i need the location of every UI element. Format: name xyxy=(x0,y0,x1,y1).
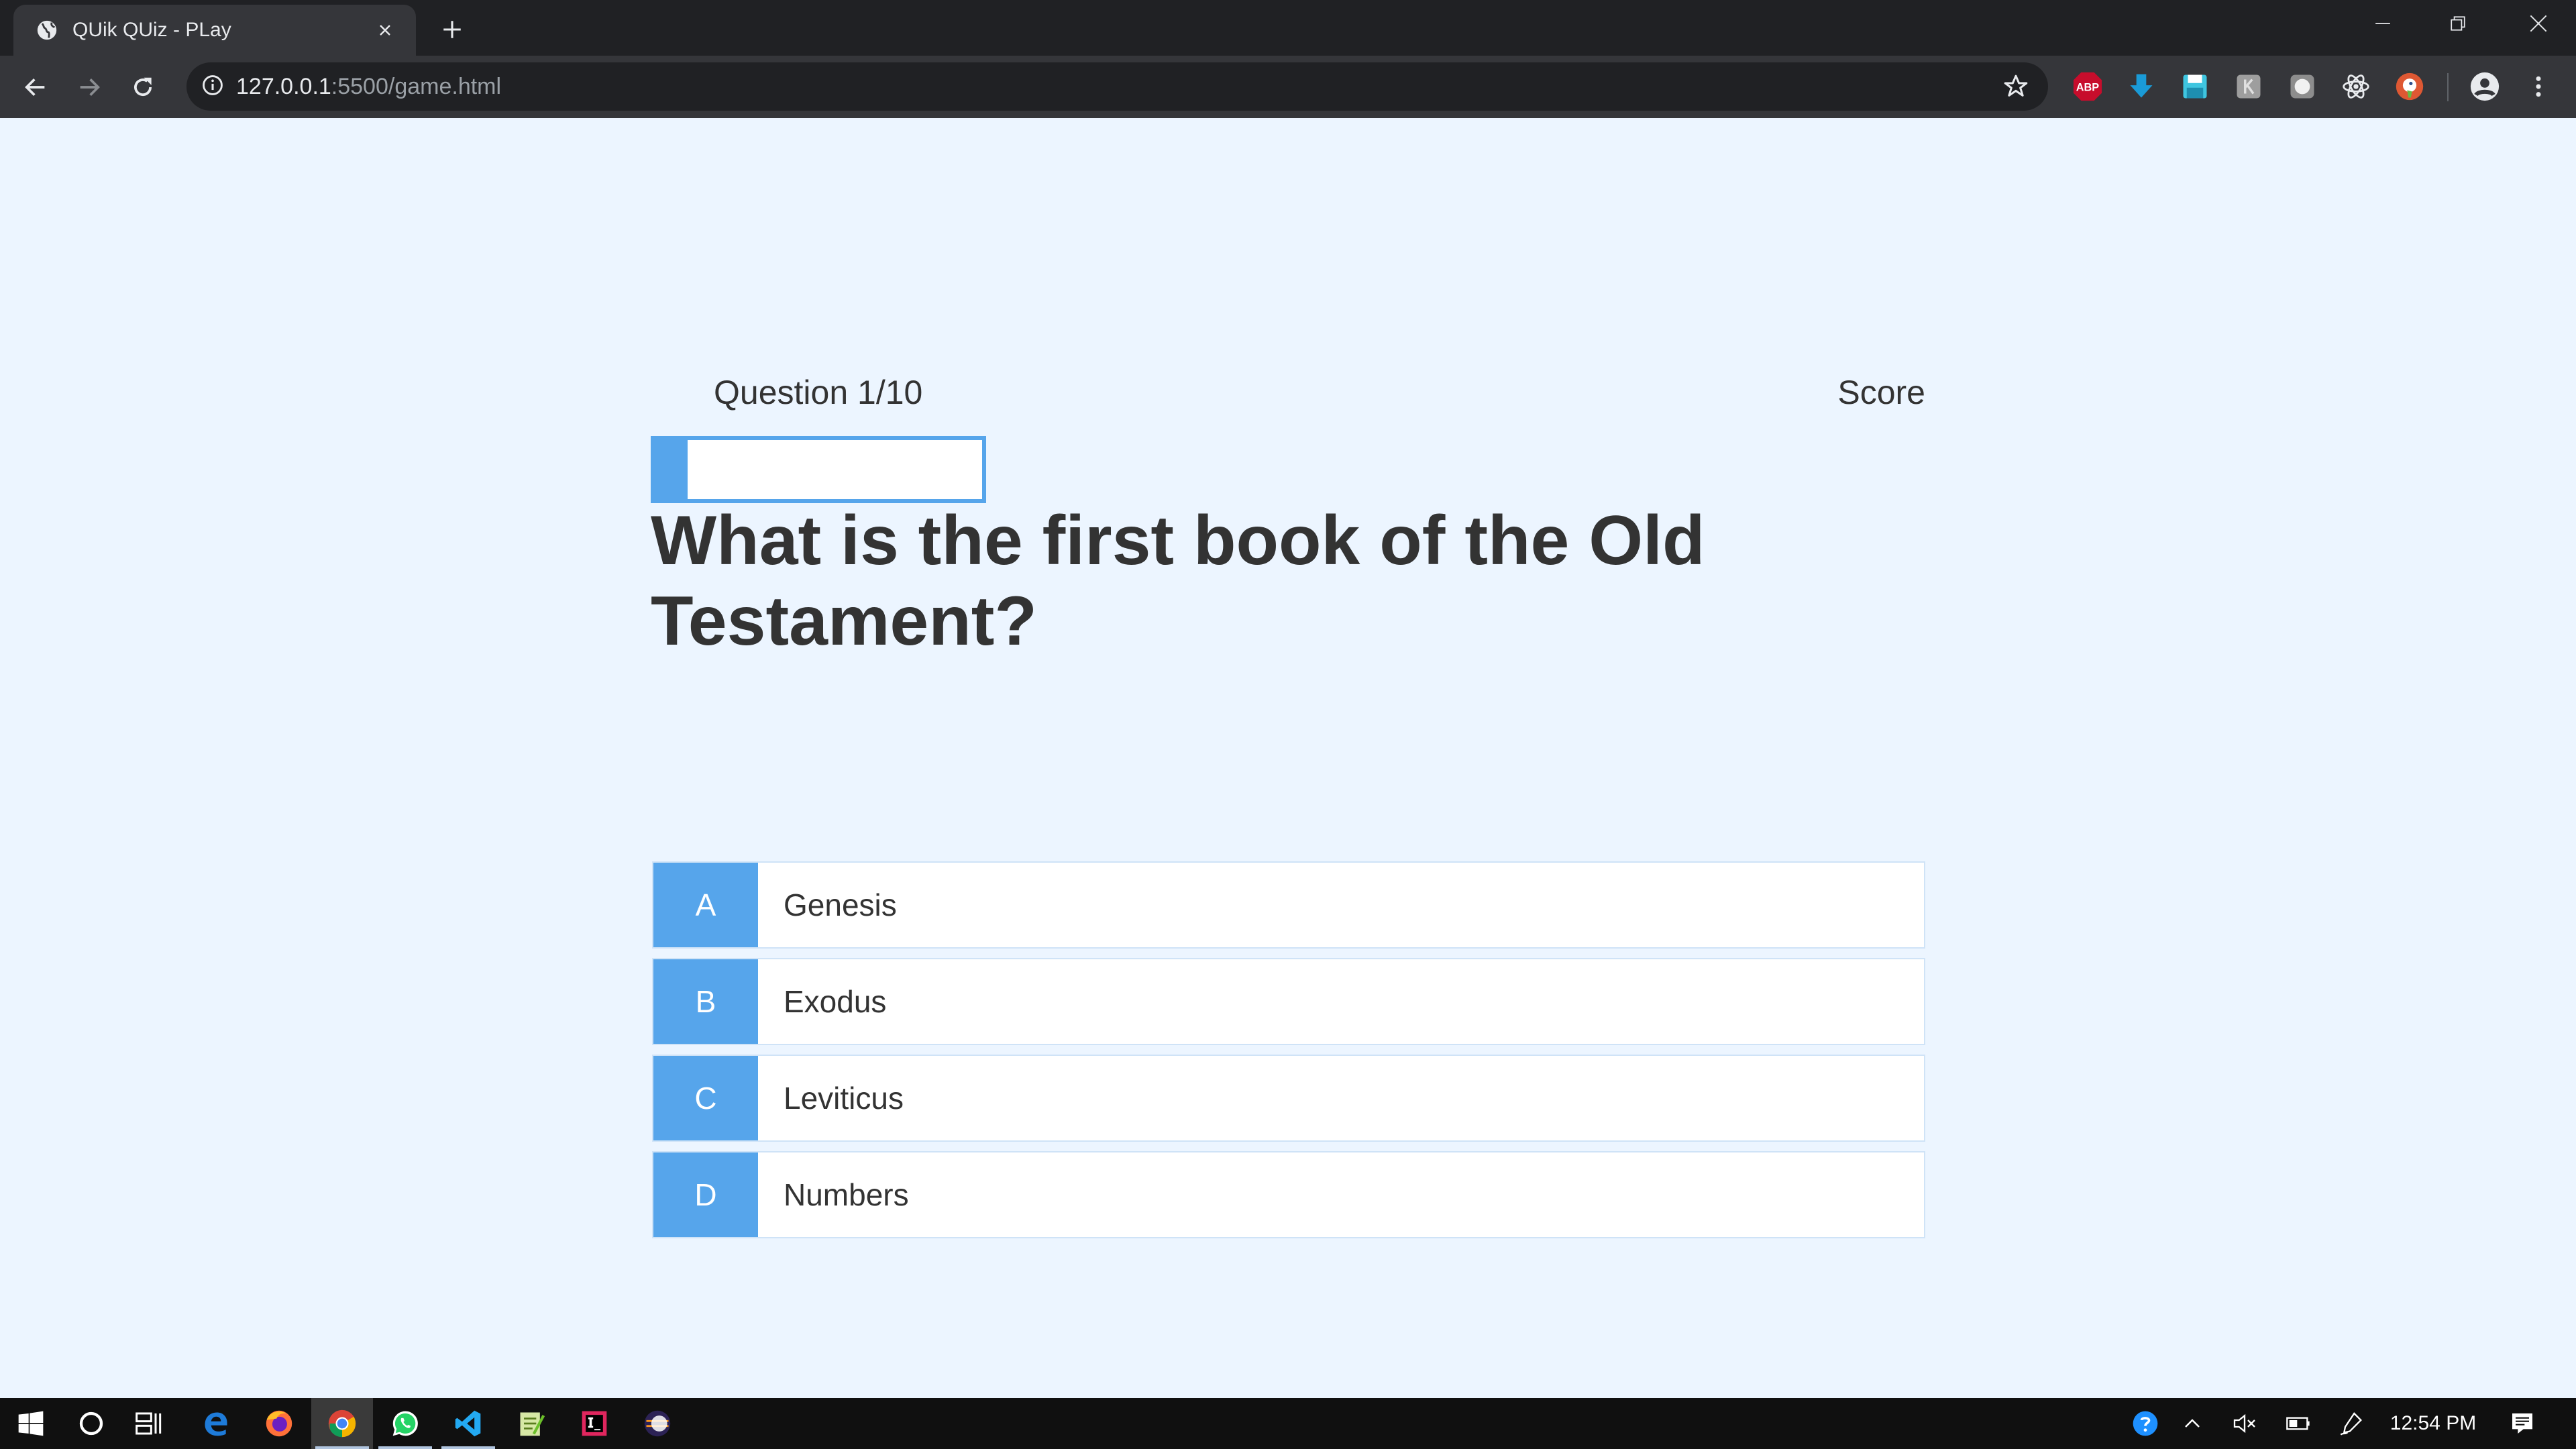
show-hidden-icons-chevron-icon[interactable] xyxy=(2174,1398,2211,1449)
score-label: Score xyxy=(1837,374,1925,411)
progress-bar-fill xyxy=(655,440,688,499)
menu-kebab-icon[interactable] xyxy=(2522,70,2555,103)
choice-container-b[interactable]: B Exodus xyxy=(652,958,1925,1045)
extension-k-icon[interactable] xyxy=(2233,70,2265,103)
notepad-plus-icon[interactable] xyxy=(500,1398,562,1449)
extension-circle-icon[interactable] xyxy=(2286,70,2318,103)
windows-taskbar: 12:54 PM xyxy=(0,1398,2576,1449)
bookmark-star-icon[interactable] xyxy=(2001,72,2031,101)
choice-prefix: A xyxy=(653,863,758,947)
active-indicator xyxy=(315,1446,369,1449)
choice-prefix: C xyxy=(653,1056,758,1140)
react-devtools-icon[interactable] xyxy=(2340,70,2372,103)
vscode-icon[interactable] xyxy=(437,1398,499,1449)
new-tab-button[interactable] xyxy=(435,12,470,47)
action-center-icon[interactable] xyxy=(2502,1398,2542,1449)
info-icon[interactable] xyxy=(201,74,224,100)
download-extension-icon[interactable] xyxy=(2125,70,2157,103)
running-indicator xyxy=(378,1446,432,1449)
chrome-taskbar-icon[interactable] xyxy=(311,1398,373,1449)
task-view-icon[interactable] xyxy=(118,1398,180,1449)
back-button[interactable] xyxy=(16,68,55,107)
url-host: 127.0.0.1 xyxy=(236,73,331,99)
url-path: :5500/game.html xyxy=(331,73,502,99)
browser-toolbar: 127.0.0.1:5500/game.html ABP xyxy=(0,56,2576,118)
choice-text[interactable]: Leviticus xyxy=(758,1056,1924,1140)
help-icon[interactable] xyxy=(2127,1398,2164,1449)
choice-text[interactable]: Exodus xyxy=(758,959,1924,1044)
forward-button[interactable] xyxy=(70,68,109,107)
address-bar[interactable]: 127.0.0.1:5500/game.html xyxy=(186,62,2048,111)
toolbar-divider xyxy=(2447,73,2449,101)
choice-text[interactable]: Genesis xyxy=(758,863,1924,947)
battery-icon[interactable] xyxy=(2279,1398,2317,1449)
volume-muted-icon[interactable] xyxy=(2226,1398,2263,1449)
duckduckgo-icon[interactable] xyxy=(2394,70,2426,103)
adblock-plus-icon[interactable]: ABP xyxy=(2072,70,2104,103)
choice-container-d[interactable]: D Numbers xyxy=(652,1151,1925,1238)
running-indicator xyxy=(441,1446,495,1449)
abp-label: ABP xyxy=(2076,81,2100,93)
pen-workspace-icon[interactable] xyxy=(2333,1398,2371,1449)
cortana-search-icon[interactable] xyxy=(60,1398,122,1449)
question-text: What is the first book of the Old Testam… xyxy=(651,502,1705,660)
globe-icon xyxy=(35,18,59,42)
browser-tab[interactable]: QUik QUiz - PLay xyxy=(13,5,416,56)
choice-container-a[interactable]: A Genesis xyxy=(652,861,1925,949)
whatsapp-icon[interactable] xyxy=(374,1398,436,1449)
choice-text[interactable]: Numbers xyxy=(758,1152,1924,1237)
choice-container-c[interactable]: C Leviticus xyxy=(652,1055,1925,1142)
minimize-button[interactable] xyxy=(2345,0,2420,47)
edge-icon[interactable] xyxy=(185,1398,247,1449)
tab-title: QUik QUiz - PLay xyxy=(72,19,231,41)
tab-close-icon[interactable] xyxy=(370,15,400,45)
taskbar-clock[interactable]: 12:54 PM xyxy=(2383,1398,2483,1449)
firefox-icon[interactable] xyxy=(248,1398,310,1449)
save-extension-icon[interactable] xyxy=(2179,70,2211,103)
reload-button[interactable] xyxy=(123,68,162,107)
choice-prefix: D xyxy=(653,1152,758,1237)
windows-start-icon[interactable] xyxy=(0,1398,62,1449)
intellij-icon[interactable] xyxy=(564,1398,625,1449)
question-counter: Question 1/10 xyxy=(714,374,923,411)
choice-prefix: B xyxy=(653,959,758,1044)
restore-button[interactable] xyxy=(2420,0,2496,47)
eclipse-icon[interactable] xyxy=(627,1398,688,1449)
close-window-button[interactable] xyxy=(2501,0,2576,47)
quiz-page: Question 1/10 Score What is the first bo… xyxy=(0,118,2576,1398)
progress-bar xyxy=(651,436,986,503)
browser-tab-bar: QUik QUiz - PLay xyxy=(0,0,2576,56)
profile-avatar-icon[interactable] xyxy=(2469,70,2501,103)
